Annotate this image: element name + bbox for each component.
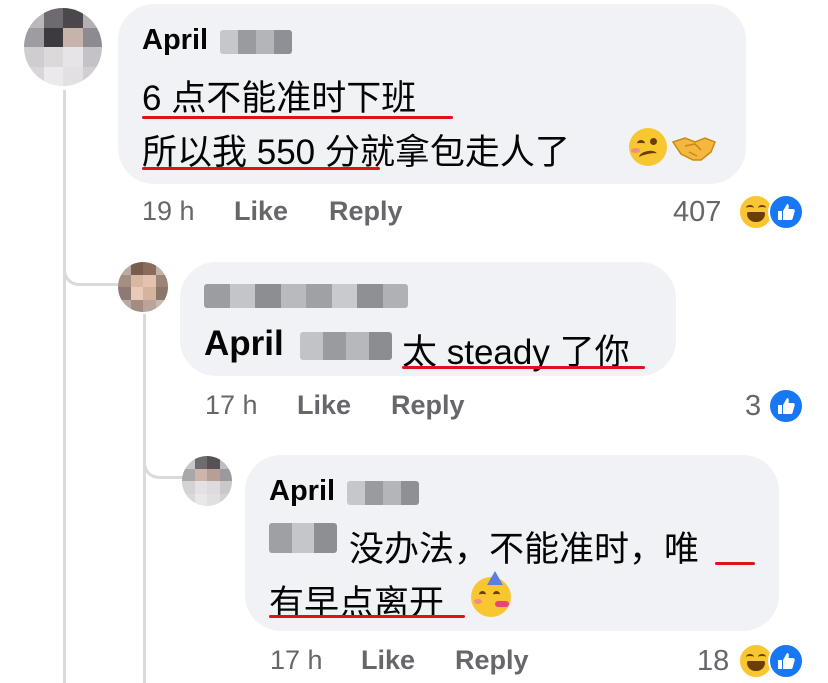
comment-timestamp[interactable]: 19 h [142,196,195,227]
woozy-face-emoji-icon [629,128,667,166]
thread-line-nested [143,314,146,683]
comment-text-line-1: 6 点不能准时下班 [142,79,417,118]
reaction-count[interactable]: 3 [745,390,761,423]
avatar[interactable] [24,8,102,86]
reaction-count[interactable]: 407 [673,196,721,229]
underline-mark [269,615,465,618]
underline-mark [142,167,380,170]
like-button[interactable]: Like [234,196,288,227]
comment-timestamp[interactable]: 17 h [270,645,323,676]
thread-connector-reply-2 [143,432,184,479]
comment-text-line-1: 没办法，不能准时，唯 [349,530,700,569]
reply-button[interactable]: Reply [329,196,403,227]
comment-bubble: April 6 点不能准时下班 所以我 550 分就拿包走人了 [118,4,746,184]
like-icon [768,388,804,424]
partying-face-emoji-icon [471,571,511,617]
blurred-mention [269,523,337,553]
like-icon [768,194,804,230]
avatar[interactable] [118,262,168,312]
underline-mark [715,562,755,565]
blurred-name [347,481,419,505]
like-icon [768,643,804,679]
underline-mark [402,366,645,369]
thread-connector-reply-1 [63,235,118,286]
blurred-name [204,284,408,308]
comment-author[interactable]: April [142,24,208,57]
blurred-name [220,30,292,54]
reaction-count[interactable]: 18 [697,645,729,678]
like-button[interactable]: Like [361,645,415,676]
handshake-emoji-icon [671,132,717,164]
comment-author[interactable]: April [269,475,335,508]
blurred-name [300,332,392,360]
comment-text-line-2: 有早点离开 [269,584,445,623]
mention-link[interactable]: April [204,324,284,364]
comment-timestamp[interactable]: 17 h [205,390,258,421]
like-button[interactable]: Like [297,390,351,421]
avatar[interactable] [182,456,232,506]
thread-line-main [63,90,66,683]
underline-mark [142,116,453,119]
comment-bubble: April 太 steady 了你 [180,262,676,376]
reply-button[interactable]: Reply [455,645,529,676]
reply-button[interactable]: Reply [391,390,465,421]
comment-bubble: April 没办法，不能准时，唯 有早点离开 [245,455,779,631]
